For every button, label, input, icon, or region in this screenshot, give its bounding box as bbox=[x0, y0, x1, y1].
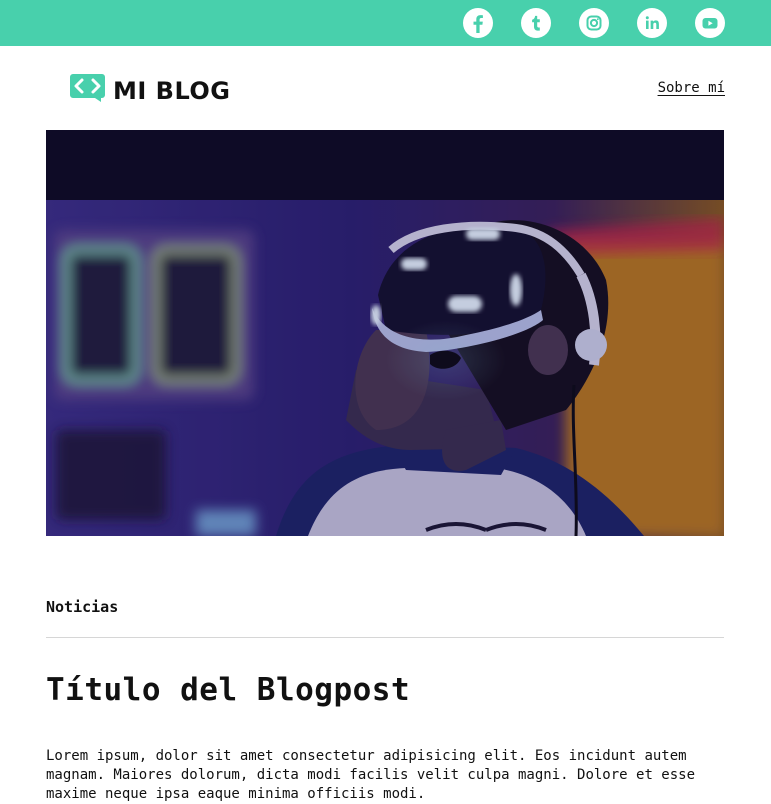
code-chat-bubble-icon bbox=[69, 73, 106, 108]
divider bbox=[46, 637, 724, 638]
linkedin-icon[interactable] bbox=[637, 8, 667, 38]
facebook-icon[interactable] bbox=[463, 8, 493, 38]
about-link[interactable]: Sobre mí bbox=[658, 80, 725, 96]
logo-text: MI BLOG bbox=[113, 76, 231, 105]
post-category: Noticias bbox=[46, 598, 119, 616]
tumblr-icon[interactable] bbox=[521, 8, 551, 38]
logo[interactable]: MI BLOG bbox=[69, 73, 231, 108]
site-header: MI BLOG Sobre mí bbox=[0, 46, 771, 130]
post-body: Lorem ipsum, dolor sit amet consectetur … bbox=[46, 748, 696, 802]
hero-image bbox=[46, 130, 724, 536]
instagram-icon[interactable] bbox=[579, 8, 609, 38]
post-title: Título del Blogpost bbox=[46, 672, 411, 708]
top-social-bar bbox=[0, 0, 771, 46]
youtube-icon[interactable] bbox=[695, 8, 725, 38]
